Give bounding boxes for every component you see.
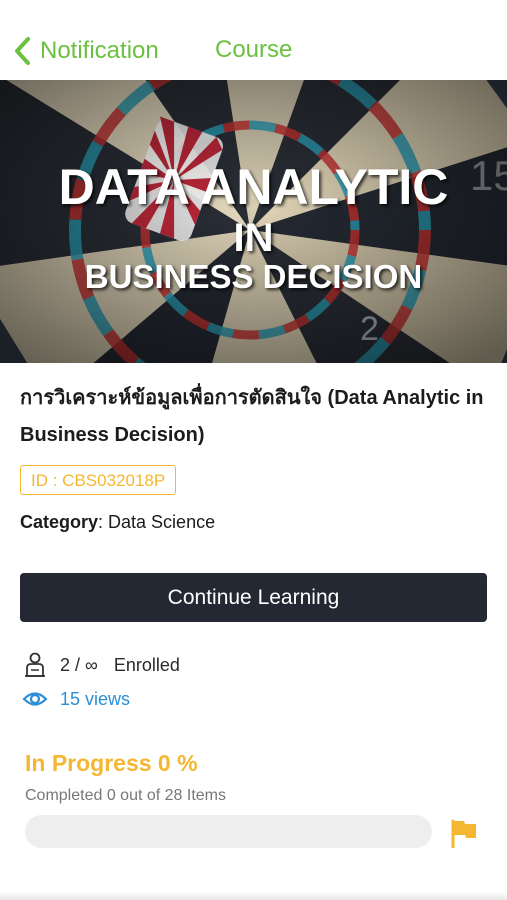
course-banner-image: 15 2 DATA ANALYTIC IN BUSINESS DECISION bbox=[0, 80, 507, 363]
progress-title: In Progress 0 % bbox=[25, 750, 198, 776]
person-icon bbox=[25, 652, 45, 677]
category-label: Category bbox=[20, 512, 99, 532]
enrolled-count: 2 / ∞ bbox=[60, 654, 98, 675]
eye-icon bbox=[22, 692, 48, 706]
views-stat: 15 views bbox=[22, 688, 130, 710]
back-label: Notification bbox=[40, 37, 159, 64]
banner-title-line-3: BUSINESS DECISION bbox=[84, 258, 423, 295]
progress-bar bbox=[25, 815, 432, 848]
continue-learning-button[interactable]: Continue Learning bbox=[20, 573, 487, 622]
banner-title-line-1: DATA ANALYTIC bbox=[58, 159, 449, 215]
views-count: 15 views bbox=[60, 688, 131, 709]
course-id-badge: ID : CBS032018P bbox=[20, 465, 177, 495]
flag-icon bbox=[451, 819, 476, 848]
course-title: การวิเคราะห์ข้อมูลเพื่อการตัดสินใจ (Data… bbox=[20, 387, 484, 446]
course-category: Category: Data Science bbox=[20, 512, 215, 533]
progress-subtitle: Completed 0 out of 28 Items bbox=[25, 787, 226, 804]
category-value: : Data Science bbox=[98, 512, 216, 532]
top-navigation-bar: Notification Course bbox=[0, 0, 507, 80]
enrolled-stat: 2 / ∞ Enrolled bbox=[24, 652, 180, 678]
course-tab[interactable]: Course bbox=[215, 36, 292, 64]
chevron-left-icon bbox=[15, 37, 30, 65]
banner-title-line-2: IN bbox=[233, 216, 274, 260]
bottom-edge-shadow bbox=[0, 892, 507, 900]
back-button[interactable]: Notification bbox=[12, 30, 159, 72]
enrolled-label: Enrolled bbox=[113, 654, 180, 675]
